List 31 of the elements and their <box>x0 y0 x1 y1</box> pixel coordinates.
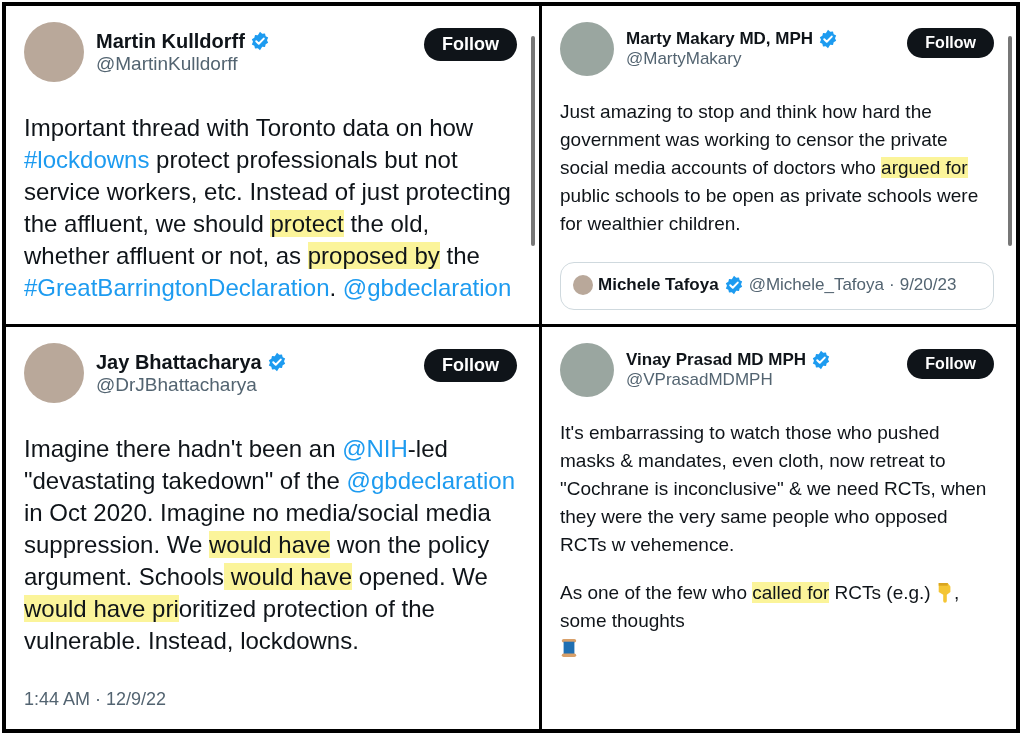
author-handle[interactable]: @DrJBhattacharya <box>96 373 412 396</box>
author-name[interactable]: Jay Bhattacharya <box>96 350 262 374</box>
quoted-tweet-card[interactable]: Michele Tafoya @Michele_Tafoya · 9/20/23 <box>560 262 994 310</box>
author-handle[interactable]: @MartyMakary <box>626 49 896 69</box>
follow-button[interactable]: Follow <box>907 349 994 379</box>
quoted-author-name: Michele Tafoya <box>598 275 719 295</box>
timestamp[interactable]: 1:44 AM · 12/9/22 <box>24 689 517 710</box>
quoted-author-handle: @Michele_Tafoya <box>748 275 884 295</box>
author-name[interactable]: Marty Makary MD, MPH <box>626 29 814 49</box>
tweet-text: Just amazing to stop and think how hard the government was working to censor the private social media accounts of doctors who argued for public schools to be open as private schools were for wealthier children. <box>560 100 980 236</box>
avatar[interactable] <box>560 343 614 397</box>
follow-button[interactable]: Follow <box>907 28 994 58</box>
avatar <box>573 275 593 295</box>
tweet-text: It's embarrassing to watch those who pushed masks & mandates, even cloth, now retreat to "Cochrane is inconclusive" & we need RCTs, when they were the very same people who opposed RCTs w vehemence. <box>560 421 988 557</box>
thread-spool-icon <box>560 637 578 659</box>
separator-dot: · <box>889 275 895 295</box>
author-name[interactable]: Vinay Prasad MD MPH <box>626 350 807 370</box>
scrollbar[interactable] <box>531 36 535 246</box>
author-handle[interactable]: @VPrasadMDMPH <box>626 370 896 390</box>
avatar[interactable] <box>24 22 84 82</box>
author-name[interactable]: Martin Kulldorff <box>96 29 245 53</box>
follow-button[interactable]: Follow <box>424 349 517 382</box>
scrollbar[interactable] <box>1008 36 1012 246</box>
follow-button[interactable]: Follow <box>424 28 517 61</box>
tweet-text: Imagine there hadn't been an @NIH-led "devastating takedown" of the @gbdeclaration in Oct 2020. Imagine no media/social media suppression. We would have won the policy argument. Schools would have opened. We would have prioritized protection of the vulnerable. Instead, lockdowns. <box>24 434 517 656</box>
author-handle[interactable]: @MartinKulldorff <box>96 52 412 75</box>
quote-date: 9/20/23 <box>899 275 957 295</box>
avatar[interactable] <box>24 343 84 403</box>
tweet-text: Important thread with Toronto data on how #lockdowns protect professionals but not service workers, etc. Instead of just protecting the affluent, we should protect the old, whether affluent or not, as proposed by the #GreatBarringtonDeclaration. @gbdeclaration <box>24 113 513 303</box>
tweet-text: As one of the few who called for RCTs (e.g.) , some thoughts <box>560 579 994 663</box>
avatar[interactable] <box>560 22 614 76</box>
